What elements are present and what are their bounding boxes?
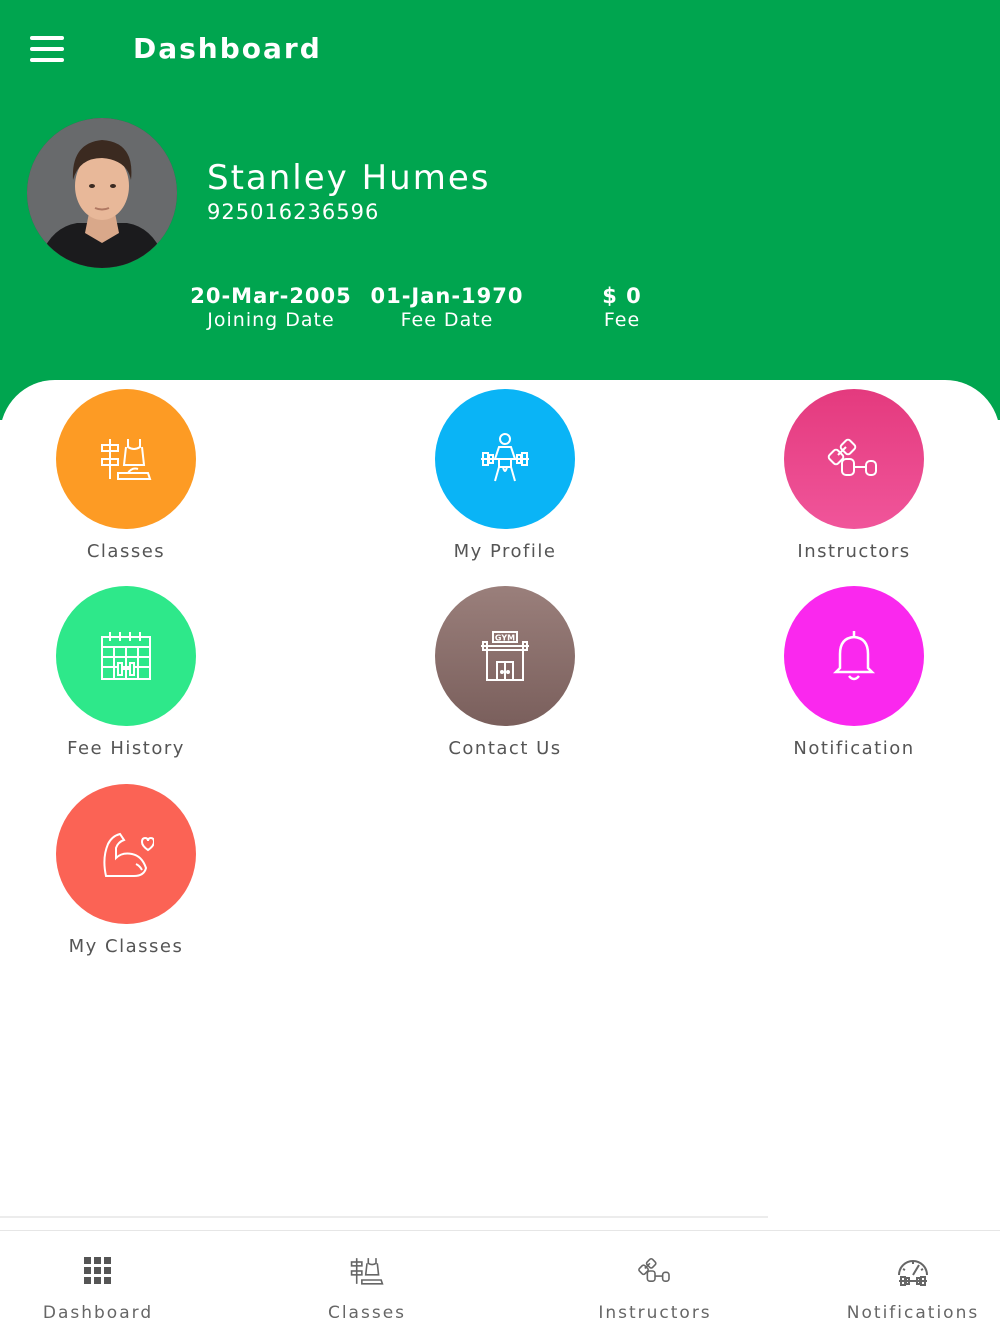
gym-building-icon: GYM (481, 631, 529, 681)
flexed-arm-heart-icon (103, 832, 154, 877)
stat-fee-date: 01-Jan-1970 Fee Date (352, 284, 542, 331)
bell-icon (832, 631, 876, 681)
grid-icon (84, 1257, 111, 1284)
user-phone: 925016236596 (207, 200, 380, 224)
tile-contact-us[interactable]: GYM Contact Us (405, 586, 605, 759)
dumbbells-icon (638, 1257, 670, 1282)
tile-my-profile[interactable]: My Profile (405, 389, 605, 562)
tile-circle (784, 586, 924, 726)
tile-circle (56, 784, 196, 924)
tile-label: Classes (86, 541, 166, 562)
nav-item-dashboard[interactable]: Dashboard (0, 1251, 198, 1323)
avatar (27, 118, 177, 268)
gym-equipment-icon (101, 439, 152, 480)
tile-circle (784, 389, 924, 529)
tile-label: Instructors (797, 541, 911, 562)
header: Dashboard Stanley Humes 925016236596 20-… (0, 0, 1000, 420)
tile-label: My Profile (453, 541, 557, 562)
dashboard-grid: Classes My Profile Instructors Fee Histo… (0, 380, 1000, 1334)
tile-circle (56, 389, 196, 529)
stat-label: Joining Date (207, 309, 335, 331)
tile-label: Fee History (67, 738, 185, 759)
calendar-barbell-icon (101, 632, 151, 680)
weightlifter-icon (481, 433, 529, 482)
nav-item-classes[interactable]: Classes (267, 1251, 467, 1323)
nav-item-instructors[interactable]: Instructors (555, 1251, 755, 1323)
tile-label: My Classes (68, 936, 184, 957)
bottom-nav: Dashboard Classes Instructors Notificati… (0, 1230, 1000, 1334)
nav-label: Notifications (846, 1303, 980, 1323)
tile-classes[interactable]: Classes (26, 389, 226, 562)
gauge-barbell-icon (898, 1260, 928, 1286)
nav-label: Instructors (598, 1303, 712, 1323)
page-title: Dashboard (133, 32, 322, 65)
tile-circle: GYM (435, 586, 575, 726)
tile-instructors[interactable]: Instructors (754, 389, 954, 562)
tile-fee-history[interactable]: Fee History (26, 586, 226, 759)
stat-value: 01-Jan-1970 (370, 284, 524, 308)
stat-label: Fee (603, 309, 641, 331)
svg-text:GYM: GYM (495, 634, 515, 643)
stat-value: $ 0 (602, 284, 642, 308)
nav-item-notifications[interactable]: Notifications (813, 1251, 1000, 1323)
nav-label: Classes (327, 1303, 407, 1323)
stat-fee: $ 0 Fee (527, 284, 717, 331)
user-name: Stanley Humes (207, 158, 491, 198)
tile-label: Contact Us (448, 738, 562, 759)
divider (0, 1216, 768, 1218)
hamburger-menu-icon[interactable] (30, 36, 70, 66)
tile-circle (435, 389, 575, 529)
stat-value: 20-Mar-2005 (190, 284, 352, 308)
tile-label: Notification (793, 738, 915, 759)
tile-notification[interactable]: Notification (754, 586, 954, 759)
nav-label: Dashboard (42, 1303, 154, 1323)
stat-joining-date: 20-Mar-2005 Joining Date (176, 284, 366, 331)
gym-equipment-icon (350, 1258, 384, 1285)
tile-circle (56, 586, 196, 726)
tile-my-classes[interactable]: My Classes (26, 784, 226, 957)
stat-label: Fee Date (400, 309, 494, 331)
dumbbells-icon (827, 438, 877, 476)
